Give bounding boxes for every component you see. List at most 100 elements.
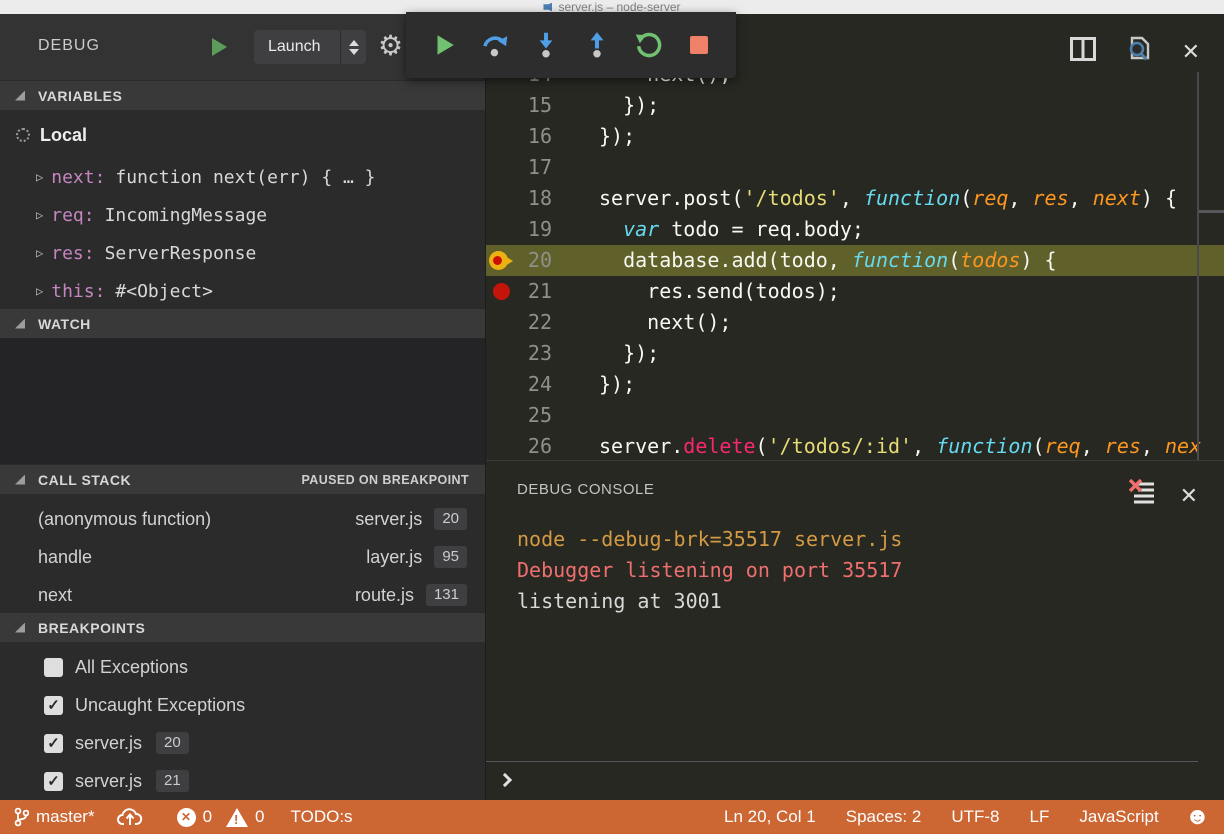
indentation-item[interactable]: Spaces: 2	[846, 807, 922, 827]
variables-list: Local ▷next:function next(err) { … } ▷req…	[0, 110, 485, 308]
breakpoint-row[interactable]: ✓All Exceptions	[0, 650, 485, 684]
vscode-window: server.js – node-server DEBUG Launch ⚙ V…	[0, 0, 1224, 834]
editor-scrollbar[interactable]	[1197, 72, 1199, 460]
code-token	[599, 217, 623, 241]
code-token: server.	[599, 434, 683, 458]
search-in-file-icon[interactable]	[1124, 34, 1154, 69]
sync-item[interactable]	[117, 806, 143, 828]
git-branch-icon	[14, 807, 29, 827]
close-icon[interactable]: ✕	[1182, 39, 1200, 65]
breakpoint-row[interactable]: ✓ server.js 20	[0, 726, 485, 760]
breakpoint-checkbox[interactable]: ✓	[44, 696, 63, 715]
code-token: ) {	[1141, 186, 1177, 210]
code-lines: 14 next();15 });16});1718server.post('/t…	[486, 59, 1224, 460]
step-over-icon[interactable]	[480, 30, 510, 60]
console-prompt-icon[interactable]	[498, 773, 512, 787]
callstack-list: (anonymous function)server.js20handlelay…	[0, 494, 485, 612]
feedback-smiley-icon[interactable]: ☻	[1185, 805, 1210, 829]
code-line[interactable]: 21 res.send(todos);	[486, 276, 1224, 307]
scope-row-local[interactable]: Local	[0, 118, 485, 152]
cursor-position-item[interactable]: Ln 20, Col 1	[724, 807, 816, 827]
code-line[interactable]: 20 database.add(todo, function(todos) {	[486, 245, 1224, 276]
warnings-item[interactable]: 0	[226, 807, 264, 827]
breakpoint-label: Uncaught Exceptions	[75, 695, 245, 716]
breakpoint-label: server.js	[75, 733, 142, 754]
code-token: res	[1105, 434, 1141, 458]
start-debug-icon[interactable]	[212, 38, 227, 56]
errors-item[interactable]: 0	[177, 807, 212, 827]
variable-row[interactable]: ▷req:IncomingMessage	[0, 198, 485, 232]
stack-frame-row[interactable]: nextroute.js131	[0, 578, 485, 612]
variable-row[interactable]: ▷res:ServerResponse	[0, 236, 485, 270]
code-line[interactable]: 24});	[486, 369, 1224, 400]
code-line[interactable]: 16});	[486, 121, 1224, 152]
line-text: });	[599, 369, 635, 400]
breakpoint-checkbox[interactable]: ✓	[44, 772, 63, 791]
step-into-icon[interactable]	[531, 30, 561, 60]
continue-icon[interactable]	[429, 30, 459, 60]
gear-icon[interactable]: ⚙	[378, 29, 403, 63]
console-line: Debugger listening on port 35517	[517, 555, 902, 586]
encoding-item[interactable]: UTF-8	[951, 807, 999, 827]
todo-item[interactable]: TODO:s	[291, 807, 353, 827]
code-token: ) {	[1020, 248, 1056, 272]
code-line[interactable]: 17	[486, 152, 1224, 183]
code-line[interactable]: 26server.delete('/todos/:id', function(r…	[486, 431, 1224, 460]
code-token: function	[936, 434, 1032, 458]
line-number: 18	[486, 183, 552, 214]
frame-location: layer.js95	[366, 546, 467, 568]
split-editor-icon[interactable]	[1070, 37, 1096, 66]
line-number-badge: 21	[156, 770, 189, 792]
code-line[interactable]: 18server.post('/todos', function(req, re…	[486, 183, 1224, 214]
code-token: nex	[1165, 434, 1201, 458]
step-out-icon[interactable]	[582, 30, 612, 60]
frame-file: server.js	[355, 509, 422, 530]
restart-icon[interactable]	[633, 30, 663, 60]
clear-console-icon[interactable]	[1128, 479, 1156, 512]
launch-config-select[interactable]: Launch	[254, 30, 366, 64]
breakpoints-section-header[interactable]: BREAKPOINTS	[0, 612, 485, 642]
line-number: 22	[486, 307, 552, 338]
code-line[interactable]: 23 });	[486, 338, 1224, 369]
stack-frame-row[interactable]: (anonymous function)server.js20	[0, 502, 485, 536]
code-line[interactable]: 25	[486, 400, 1224, 431]
code-line[interactable]: 15 });	[486, 90, 1224, 121]
breakpoint-checkbox[interactable]: ✓	[44, 658, 63, 677]
warning-icon	[226, 808, 248, 827]
variable-row[interactable]: ▷next:function next(err) { … }	[0, 160, 485, 194]
stop-icon[interactable]	[684, 30, 714, 60]
code-token: '/todos'	[744, 186, 840, 210]
breakpoint-row[interactable]: ✓server.js21	[0, 764, 485, 798]
expand-arrow-icon[interactable]: ▷	[36, 170, 43, 184]
stack-frame-row[interactable]: handlelayer.js95	[0, 540, 485, 574]
pause-status-badge: PAUSED ON BREAKPOINT	[301, 473, 469, 487]
watch-section-header[interactable]: WATCH	[0, 308, 485, 338]
line-text: var todo = req.body;	[599, 214, 864, 245]
variables-section-header[interactable]: VARIABLES	[0, 80, 485, 110]
line-number-badge: 20	[156, 732, 189, 754]
code-line[interactable]: 22 next();	[486, 307, 1224, 338]
breakpoint-row[interactable]: ✓ Uncaught Exceptions	[0, 688, 485, 722]
close-icon[interactable]: ✕	[1180, 483, 1198, 509]
line-number-badge: 20	[434, 508, 467, 530]
code-token: ,	[1008, 186, 1032, 210]
split-pane-divider	[1199, 210, 1224, 213]
expand-arrow-icon[interactable]: ▷	[36, 246, 43, 260]
git-branch-item[interactable]: master*	[14, 807, 95, 827]
variables-header-label: VARIABLES	[38, 88, 122, 104]
expand-arrow-icon[interactable]: ▷	[36, 208, 43, 222]
code-editor[interactable]: 14 next();15 });16});1718server.post('/t…	[486, 14, 1224, 460]
language-mode-item[interactable]: JavaScript	[1079, 807, 1158, 827]
breakpoint-checkbox[interactable]: ✓	[44, 734, 63, 753]
eol-item[interactable]: LF	[1030, 807, 1050, 827]
line-number: 24	[486, 369, 552, 400]
code-token: function	[852, 248, 948, 272]
variable-name: this:	[51, 281, 105, 302]
variable-value: #<Object>	[115, 281, 213, 302]
console-actions: ✕	[1128, 479, 1198, 512]
code-token: });	[599, 124, 635, 148]
callstack-section-header[interactable]: CALL STACK PAUSED ON BREAKPOINT	[0, 464, 485, 494]
expand-arrow-icon[interactable]: ▷	[36, 284, 43, 298]
code-line[interactable]: 19 var todo = req.body;	[486, 214, 1224, 245]
variable-row[interactable]: ▷ this: #<Object>	[0, 274, 485, 308]
